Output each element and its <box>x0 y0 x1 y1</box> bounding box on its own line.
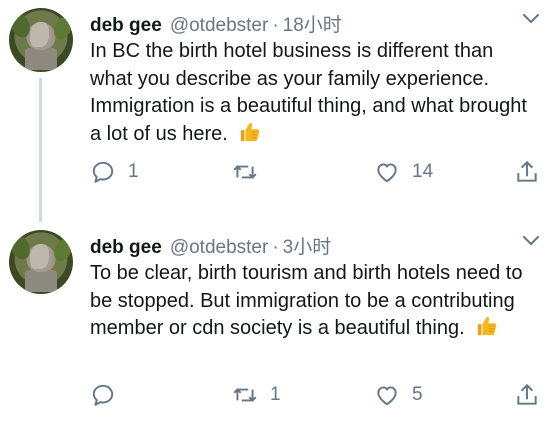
heart-icon <box>377 386 397 406</box>
share-icon <box>517 383 537 405</box>
reply-icon <box>92 161 114 183</box>
retweet-icon <box>233 388 257 402</box>
thumbs-up-icon <box>241 122 260 141</box>
tweet-actions: 1 14 <box>90 157 550 187</box>
reply-button[interactable] <box>90 380 128 410</box>
reply-count: 1 <box>128 161 139 182</box>
timestamp[interactable]: 3小时 <box>283 232 332 259</box>
reply-icon <box>92 384 114 406</box>
avatar[interactable] <box>9 230 73 294</box>
tweet-actions: 1 5 <box>90 380 550 410</box>
avatar-statue-head <box>30 244 52 272</box>
retweet-button[interactable] <box>232 157 270 187</box>
tweet[interactable]: deb gee @otdebster · 3小时 To be clear, bi… <box>0 222 551 421</box>
share-button[interactable] <box>514 380 540 410</box>
user-handle[interactable]: @otdebster <box>170 15 269 37</box>
avatar-statue-head <box>30 22 52 50</box>
display-name[interactable]: deb gee <box>90 15 162 37</box>
tweet-header: deb gee @otdebster · 18小时 <box>90 10 342 37</box>
separator: · <box>272 237 279 258</box>
share-icon <box>517 160 537 182</box>
retweet-icon <box>233 165 257 179</box>
reply-button[interactable]: 1 <box>90 157 139 187</box>
timestamp[interactable]: 18小时 <box>283 10 342 37</box>
chevron-down-icon[interactable] <box>523 236 539 246</box>
share-button[interactable] <box>514 157 540 187</box>
user-handle[interactable]: @otdebster <box>170 237 269 259</box>
tweet-text: To be clear, birth tourism and birth hot… <box>90 260 540 343</box>
avatar-statue-base <box>25 48 57 70</box>
tweet-header: deb gee @otdebster · 3小时 <box>90 232 332 259</box>
tweet-text: In BC the birth hotel business is differ… <box>90 38 540 148</box>
like-count: 14 <box>412 161 434 182</box>
tweet[interactable]: deb gee @otdebster · 18小时 In BC the birt… <box>0 0 551 222</box>
display-name[interactable]: deb gee <box>90 237 162 259</box>
tweet-text-content: To be clear, birth tourism and birth hot… <box>90 262 523 339</box>
like-button[interactable]: 5 <box>374 380 423 410</box>
like-count: 5 <box>412 384 423 405</box>
retweet-count: 1 <box>270 384 281 405</box>
avatar-leaf <box>50 235 73 265</box>
like-button[interactable]: 14 <box>374 157 433 187</box>
retweet-button[interactable]: 1 <box>232 380 281 410</box>
chevron-down-icon[interactable] <box>523 14 539 24</box>
thumbs-up-icon <box>478 316 497 336</box>
tweet-text-content: In BC the birth hotel business is differ… <box>90 40 527 145</box>
thread-connector-line <box>39 78 42 222</box>
heart-icon <box>377 163 397 183</box>
avatar-statue-base <box>25 270 57 292</box>
separator: · <box>272 15 279 36</box>
avatar[interactable] <box>9 8 73 72</box>
avatar-leaf <box>50 13 73 43</box>
